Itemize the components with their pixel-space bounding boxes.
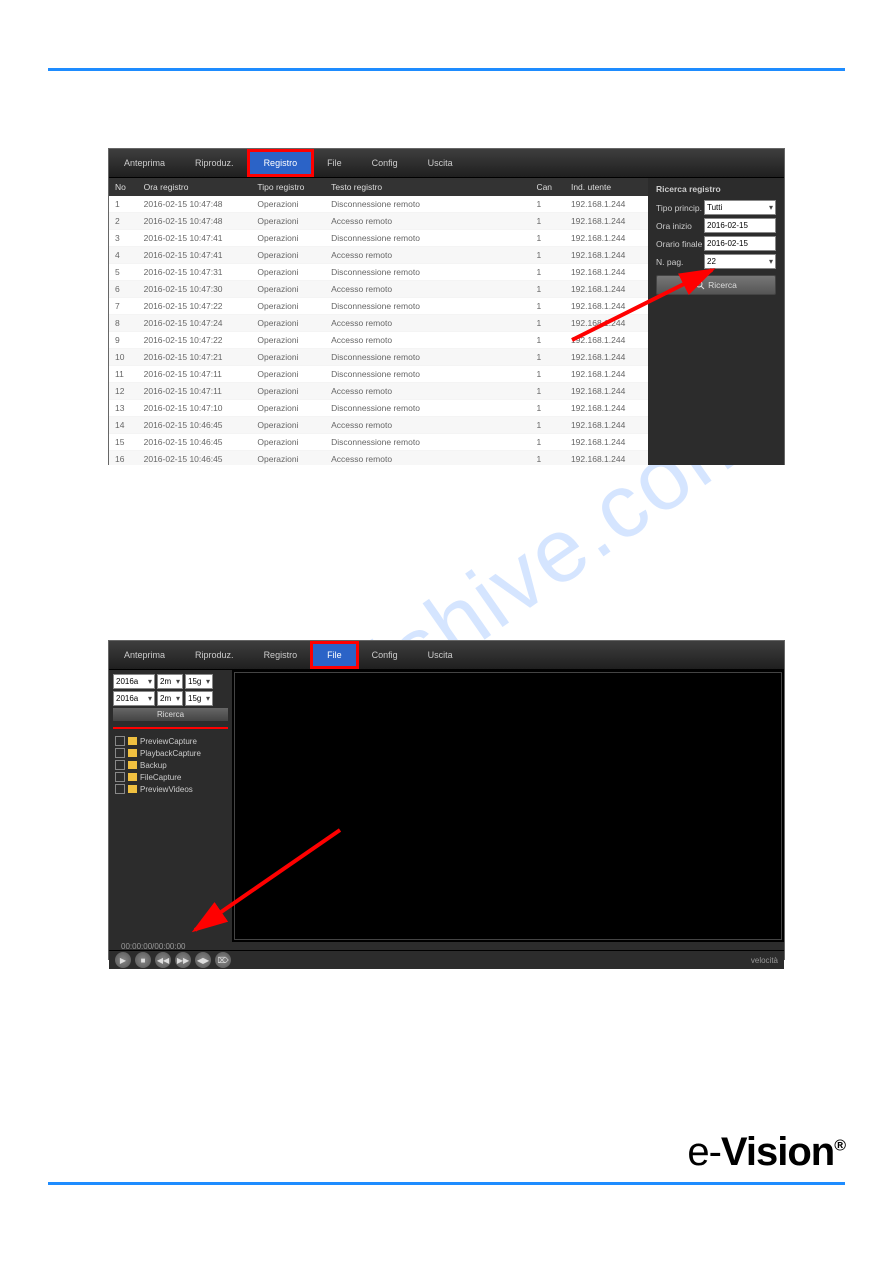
annotation-arrow-play [180, 820, 350, 940]
start-label: Ora inizio [656, 221, 704, 231]
bottom-rule [48, 1182, 845, 1185]
table-row[interactable]: 112016-02-15 10:47:11OperazioniDisconnes… [109, 366, 648, 383]
time-display: 00:00:00/00:00:00 [121, 942, 186, 951]
step-button[interactable]: ◀▶ [195, 952, 211, 968]
table-row[interactable]: 102016-02-15 10:47:21OperazioniDisconnes… [109, 349, 648, 366]
search-title: Ricerca registro [656, 184, 776, 194]
table-row[interactable]: 152016-02-15 10:46:45OperazioniDisconnes… [109, 434, 648, 451]
top-rule [48, 68, 845, 71]
folder-icon [128, 761, 137, 769]
end-date-input[interactable]: 2016-02-15 [704, 236, 776, 251]
speed-label: velocità [751, 956, 778, 965]
folder-icon [128, 785, 137, 793]
table-row[interactable]: 132016-02-15 10:47:10OperazioniDisconnes… [109, 400, 648, 417]
expand-icon [115, 784, 125, 794]
annotation-arrow-search [562, 260, 722, 350]
annotation-redline [113, 727, 228, 729]
table-row[interactable]: 12016-02-15 10:47:48OperazioniDisconness… [109, 196, 648, 213]
date-select[interactable]: 2m [157, 691, 183, 706]
tree-label: FileCapture [140, 773, 181, 782]
nav-item-registro[interactable]: Registro [249, 151, 313, 175]
tree-label: PreviewVideos [140, 785, 193, 794]
tree-item[interactable]: PreviewVideos [113, 783, 228, 795]
date-select[interactable]: 2m [157, 674, 183, 689]
type-select[interactable]: Tutti [704, 200, 776, 215]
stop-button[interactable]: ■ [135, 952, 151, 968]
nav-item-file[interactable]: File [312, 643, 357, 667]
nav-item-anteprima[interactable]: Anteprima [109, 151, 180, 175]
date-select[interactable]: 2016a [113, 674, 155, 689]
tree-label: Backup [140, 761, 167, 770]
file-search-button[interactable]: Ricerca [113, 708, 228, 721]
nav-item-riproduz[interactable]: Riproduz. [180, 643, 249, 667]
date-select[interactable]: 15g [185, 691, 213, 706]
tree-label: PlaybackCapture [140, 749, 201, 758]
tree-item[interactable]: Backup [113, 759, 228, 771]
table-row[interactable]: 142016-02-15 10:46:45OperazioniAccesso r… [109, 417, 648, 434]
col-header: Testo registro [325, 178, 530, 196]
expand-icon [115, 736, 125, 746]
folder-icon [128, 773, 137, 781]
nav-item-riproduz[interactable]: Riproduz. [180, 151, 249, 175]
nav-bar: AnteprimaRiproduz.RegistroFileConfigUsci… [109, 149, 784, 178]
tree-item[interactable]: PlaybackCapture [113, 747, 228, 759]
table-row[interactable]: 32016-02-15 10:47:41OperazioniDisconness… [109, 230, 648, 247]
snapshot-button[interactable]: ⌦ [215, 952, 231, 968]
nav-item-config[interactable]: Config [357, 151, 413, 175]
table-row[interactable]: 162016-02-15 10:46:45OperazioniAccesso r… [109, 451, 648, 466]
col-header: Tipo registro [251, 178, 325, 196]
nav-item-uscita[interactable]: Uscita [413, 151, 468, 175]
playback-track-row: 00:00:00/00:00:00 [109, 942, 784, 950]
nav-item-file[interactable]: File [312, 151, 357, 175]
date-select[interactable]: 2016a [113, 691, 155, 706]
start-date-input[interactable]: 2016-02-15 [704, 218, 776, 233]
col-header: Can [530, 178, 565, 196]
expand-icon [115, 748, 125, 758]
nav-item-uscita[interactable]: Uscita [413, 643, 468, 667]
col-header: Ind. utente [565, 178, 648, 196]
date-select[interactable]: 15g [185, 674, 213, 689]
playback-bar: ▶■◀◀▶▶◀▶⌦ velocità [109, 950, 784, 969]
tree-label: PreviewCapture [140, 737, 197, 746]
nav-bar-2: AnteprimaRiproduz.RegistroFileConfigUsci… [109, 641, 784, 670]
nav-item-registro[interactable]: Registro [249, 643, 313, 667]
type-label: Tipo princip. [656, 203, 704, 213]
play-button[interactable]: ▶ [115, 952, 131, 968]
end-label: Orario finale [656, 239, 704, 249]
folder-icon [128, 749, 137, 757]
folder-icon [128, 737, 137, 745]
nav-item-anteprima[interactable]: Anteprima [109, 643, 180, 667]
rewind-button[interactable]: ◀◀ [155, 952, 171, 968]
nav-item-config[interactable]: Config [357, 643, 413, 667]
brand-logo: e-Vision® [687, 1130, 845, 1175]
expand-icon [115, 760, 125, 770]
forward-button[interactable]: ▶▶ [175, 952, 191, 968]
table-row[interactable]: 22016-02-15 10:47:48OperazioniAccesso re… [109, 213, 648, 230]
table-row[interactable]: 122016-02-15 10:47:11OperazioniAccesso r… [109, 383, 648, 400]
expand-icon [115, 772, 125, 782]
col-header: Ora registro [138, 178, 252, 196]
tree-item[interactable]: PreviewCapture [113, 735, 228, 747]
tree-item[interactable]: FileCapture [113, 771, 228, 783]
col-header: No [109, 178, 138, 196]
